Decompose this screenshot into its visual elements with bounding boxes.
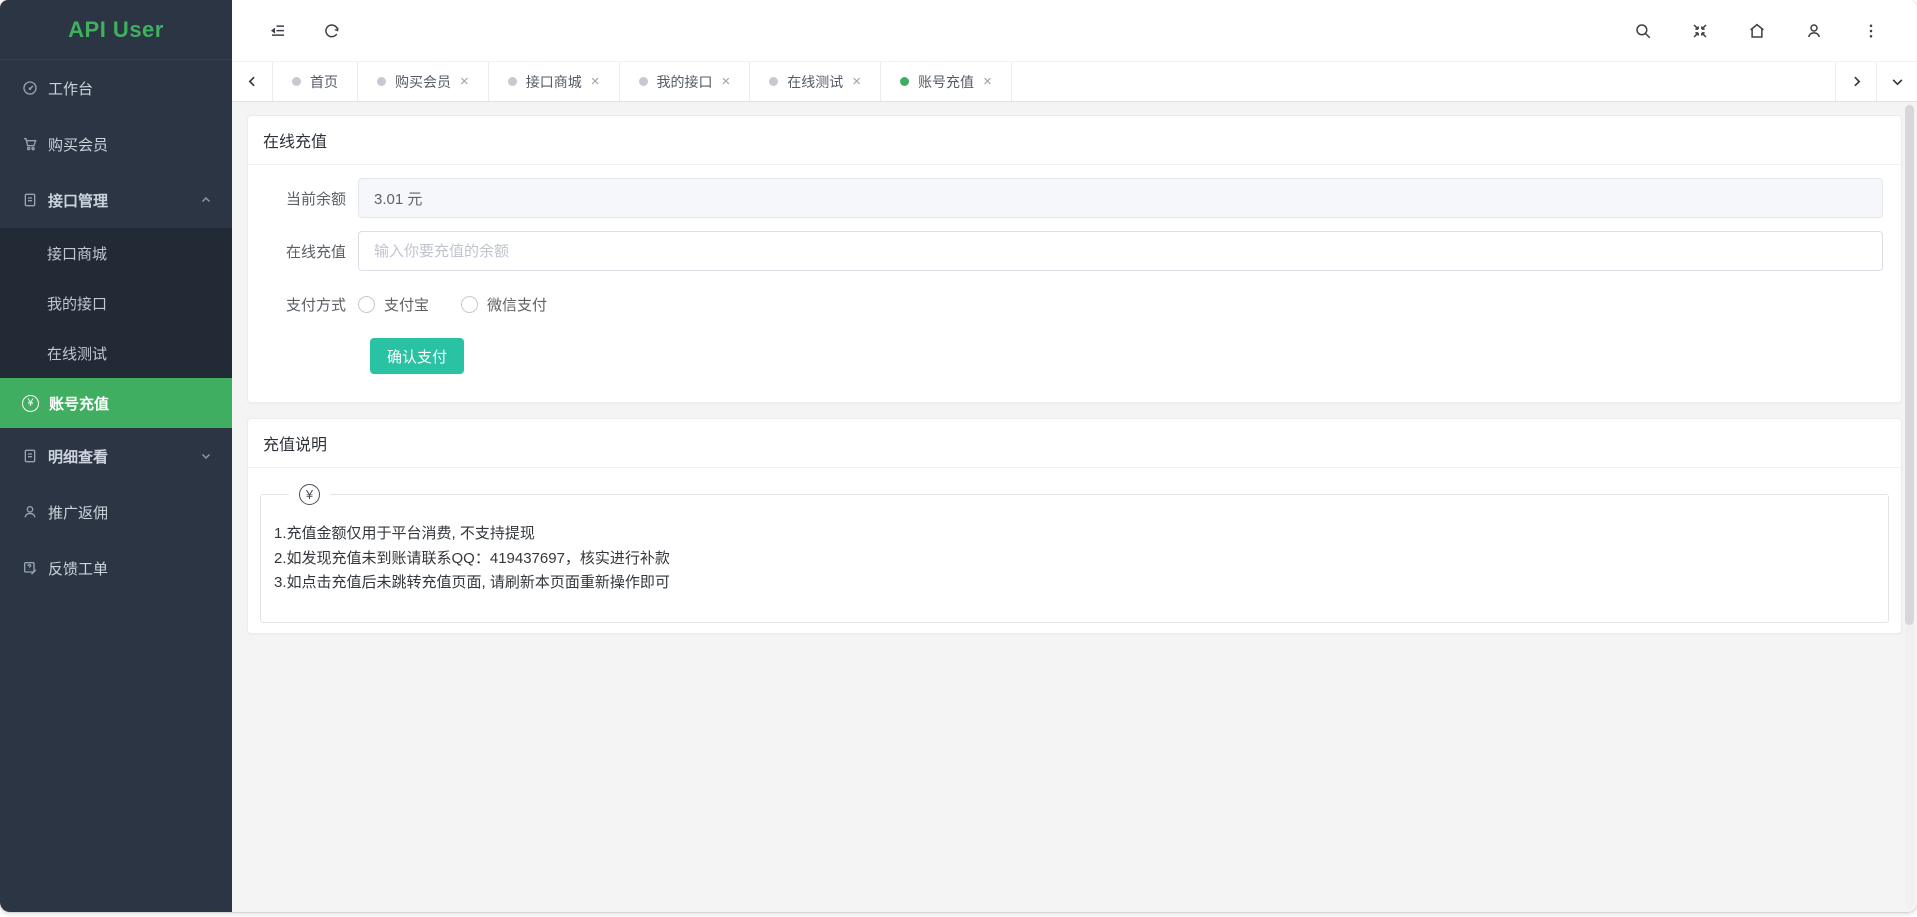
sidebar-item-promotion-rebate[interactable]: 推广返佣 [0, 484, 232, 540]
document-icon [22, 192, 38, 208]
main-area: 首页 购买会员 × 接口商城 × 我的接口 × 在线测试 × [232, 0, 1917, 912]
card-title: 在线充值 [248, 116, 1901, 165]
sidebar-item-api-shop[interactable]: 接口商城 [0, 228, 232, 278]
wechat-pay-radio[interactable]: 微信支付 [461, 294, 547, 315]
sidebar-item-label: 接口管理 [48, 190, 108, 211]
page-content: 在线充值 当前余额 3.01 元 在线充值 支付方式 [232, 102, 1917, 912]
notes-box: ¥ 1.充值金额仅用于平台消费, 不支持提现 2.如发现充值未到账请联系QQ：4… [260, 494, 1889, 623]
tab-status-dot [508, 77, 517, 86]
app-window: API User 工作台 购买会员 接口管理 接口商城 [0, 0, 1917, 912]
scrollbar-thumb[interactable] [1905, 105, 1914, 625]
radio-circle-icon[interactable] [461, 296, 478, 313]
current-balance-field: 3.01 元 [358, 178, 1883, 218]
cart-icon [22, 136, 38, 152]
online-recharge-card: 在线充值 当前余额 3.01 元 在线充值 支付方式 [247, 115, 1902, 403]
sidebar-item-workbench[interactable]: 工作台 [0, 60, 232, 116]
close-icon[interactable]: × [983, 74, 992, 89]
sidebar-item-my-apis[interactable]: 我的接口 [0, 278, 232, 328]
tab-home[interactable]: 首页 [273, 62, 358, 101]
tab-label: 首页 [310, 72, 338, 92]
close-icon[interactable]: × [591, 74, 600, 89]
sidebar-item-label: 购买会员 [48, 134, 108, 155]
sidebar-item-api-management[interactable]: 接口管理 [0, 172, 232, 228]
tabs-menu-button[interactable] [1876, 62, 1917, 101]
tab-api-shop[interactable]: 接口商城 × [489, 62, 620, 101]
tab-bar-spacer [1012, 62, 1835, 101]
sidebar-item-feedback-ticket[interactable]: 反馈工单 [0, 540, 232, 596]
home-icon[interactable] [1747, 21, 1767, 41]
payment-method-label: 支付方式 [248, 294, 358, 315]
radio-label: 支付宝 [384, 294, 429, 315]
tab-status-dot [639, 77, 648, 86]
feedback-icon [22, 560, 38, 576]
confirm-payment-button[interactable]: 确认支付 [370, 338, 464, 374]
sidebar-item-buy-membership[interactable]: 购买会员 [0, 116, 232, 172]
recharge-notes-card: 充值说明 ¥ 1.充值金额仅用于平台消费, 不支持提现 2.如发现充值未到账请联… [247, 418, 1902, 634]
tab-status-dot [292, 77, 301, 86]
tab-label: 接口商城 [526, 72, 582, 92]
sidebar-item-label: 推广返佣 [48, 502, 108, 523]
alipay-radio[interactable]: 支付宝 [358, 294, 429, 315]
yen-circle-icon: ¥ [299, 484, 320, 505]
tab-status-dot [900, 77, 909, 86]
sidebar-item-online-test[interactable]: 在线测试 [0, 328, 232, 378]
radio-circle-icon[interactable] [358, 296, 375, 313]
user-icon [22, 504, 38, 520]
card-title: 充值说明 [248, 419, 1901, 468]
yen-circle-icon: ¥ [22, 395, 39, 412]
tab-status-dot [769, 77, 778, 86]
sidebar-item-label: 账号充值 [49, 393, 109, 414]
sidebar-item-detail-view[interactable]: 明细查看 [0, 428, 232, 484]
chevron-up-icon [200, 194, 212, 206]
top-navbar [232, 0, 1917, 61]
sidebar-item-label: 在线测试 [47, 343, 107, 364]
sidebar-item-label: 接口商城 [47, 243, 107, 264]
app-logo: API User [0, 0, 232, 60]
dashboard-icon [22, 80, 38, 96]
vertical-scrollbar[interactable] [1905, 104, 1914, 908]
radio-label: 微信支付 [487, 294, 547, 315]
tab-label: 在线测试 [787, 72, 843, 92]
refresh-icon[interactable] [322, 21, 342, 41]
tab-label: 账号充值 [918, 72, 974, 92]
sidebar-item-account-recharge[interactable]: ¥ 账号充值 [0, 378, 232, 428]
fullscreen-icon[interactable] [1690, 21, 1710, 41]
tab-online-test[interactable]: 在线测试 × [750, 62, 881, 101]
collapse-sidebar-icon[interactable] [268, 21, 288, 41]
note-line: 3.如点击充值后未跳转充值页面, 请刷新本页面重新操作即可 [274, 571, 1873, 596]
sidebar-item-label: 明细查看 [48, 446, 108, 467]
recharge-amount-input[interactable] [358, 231, 1883, 271]
sidebar-item-label: 工作台 [48, 78, 93, 99]
sidebar-item-label: 我的接口 [47, 293, 107, 314]
sidebar-submenu-api: 接口商城 我的接口 在线测试 ¥ 账号充值 [0, 228, 232, 428]
tab-bar: 首页 购买会员 × 接口商城 × 我的接口 × 在线测试 × [232, 61, 1917, 102]
tab-buy-membership[interactable]: 购买会员 × [358, 62, 489, 101]
document-icon [22, 448, 38, 464]
tabs-scroll-right-button[interactable] [1835, 62, 1876, 101]
close-icon[interactable]: × [852, 74, 861, 89]
note-line: 2.如发现充值未到账请联系QQ：419437697，核实进行补款 [274, 547, 1873, 572]
tab-my-apis[interactable]: 我的接口 × [620, 62, 751, 101]
sidebar: API User 工作台 购买会员 接口管理 接口商城 [0, 0, 232, 912]
search-icon[interactable] [1633, 21, 1653, 41]
notes-legend: ¥ [289, 484, 330, 505]
chevron-down-icon [200, 450, 212, 462]
note-line: 1.充值金额仅用于平台消费, 不支持提现 [274, 522, 1873, 547]
tab-label: 我的接口 [657, 72, 713, 92]
user-profile-icon[interactable] [1804, 21, 1824, 41]
close-icon[interactable]: × [460, 74, 469, 89]
close-icon[interactable]: × [722, 74, 731, 89]
amount-label: 在线充值 [248, 241, 358, 262]
tab-account-recharge[interactable]: 账号充值 × [881, 62, 1012, 101]
tab-label: 购买会员 [395, 72, 451, 92]
sidebar-item-label: 反馈工单 [48, 558, 108, 579]
more-options-icon[interactable] [1861, 21, 1881, 41]
tabs-scroll-left-button[interactable] [232, 62, 273, 101]
balance-label: 当前余额 [248, 188, 358, 209]
tab-status-dot [377, 77, 386, 86]
